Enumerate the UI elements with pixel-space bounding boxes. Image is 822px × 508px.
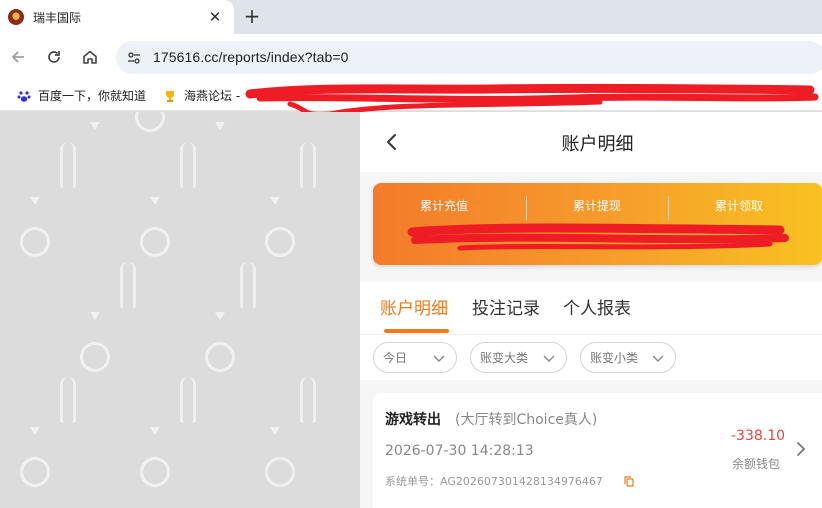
triangle-icon bbox=[270, 197, 280, 205]
background-pattern bbox=[0, 112, 360, 508]
football-icon bbox=[20, 457, 50, 487]
copy-icon[interactable] bbox=[624, 476, 634, 487]
active-tab-indicator bbox=[384, 329, 449, 333]
trophy-icon bbox=[180, 142, 196, 188]
bookmark-label: 百度一下，你就知道 bbox=[38, 89, 147, 103]
record-amount: -338.10 bbox=[731, 428, 786, 444]
filter-bar: 今日 账变大类 账变小类 bbox=[360, 334, 822, 380]
bookmark-label: 海燕论坛 - bbox=[184, 89, 241, 103]
browser-tab[interactable]: 瑞丰国际 ✕ bbox=[0, 0, 234, 34]
record-tabs: 账户明细 投注记录 个人报表 bbox=[360, 282, 822, 334]
chevron-down-icon bbox=[543, 355, 555, 362]
record-timestamp: 2026-07-30 14:28:13 bbox=[385, 443, 534, 459]
trophy-icon bbox=[60, 377, 76, 423]
baidu-paw-icon bbox=[16, 88, 32, 104]
triangle-icon bbox=[150, 197, 160, 205]
bookmark-baidu[interactable]: 百度一下，你就知道 bbox=[16, 87, 146, 104]
filter-category-select[interactable]: 账变大类 bbox=[470, 342, 567, 373]
record-type: 游戏转出 bbox=[385, 412, 441, 428]
filter-subcategory-select[interactable]: 账变小类 bbox=[580, 342, 676, 373]
trophy-icon bbox=[120, 262, 136, 308]
tab-personal-report[interactable]: 个人报表 bbox=[563, 294, 631, 319]
page-title: 账户明细 bbox=[561, 134, 634, 155]
summary-label: 累计领取 bbox=[714, 199, 763, 213]
home-icon[interactable] bbox=[78, 45, 102, 69]
filter-label: 今日 bbox=[383, 351, 408, 365]
summary-label: 累计充值 bbox=[419, 199, 468, 213]
close-tab-icon[interactable]: ✕ bbox=[204, 6, 226, 28]
redaction-scribble bbox=[407, 223, 789, 251]
tab-account-details[interactable]: 账户明细 bbox=[380, 294, 448, 319]
back-arrow-icon[interactable] bbox=[6, 45, 30, 69]
chevron-down-icon bbox=[652, 355, 664, 362]
trophy-icon bbox=[162, 88, 178, 104]
record-wallet: 余额钱包 bbox=[732, 457, 781, 471]
page-header: 账户明细 bbox=[360, 112, 822, 172]
browser-toolbar: 175616.cc/reports/index?tab=0 bbox=[0, 34, 822, 81]
trophy-icon bbox=[240, 262, 256, 308]
football-icon bbox=[140, 457, 170, 487]
new-tab-button[interactable]: + bbox=[240, 4, 264, 28]
filter-label: 账变小类 bbox=[590, 351, 639, 365]
tab-bet-records[interactable]: 投注记录 bbox=[472, 294, 540, 319]
address-bar[interactable]: 175616.cc/reports/index?tab=0 bbox=[116, 41, 822, 74]
triangle-icon bbox=[150, 427, 160, 435]
triangle-icon bbox=[90, 122, 100, 130]
record-description: (大厅转到Choice真人) bbox=[455, 412, 598, 428]
summary-label: 累计提现 bbox=[572, 199, 621, 213]
triangle-icon bbox=[215, 312, 225, 320]
football-icon bbox=[265, 227, 295, 257]
chevron-right-icon[interactable] bbox=[794, 440, 808, 458]
url-text: 175616.cc/reports/index?tab=0 bbox=[153, 49, 349, 65]
filter-label: 账变大类 bbox=[480, 351, 529, 365]
browser-tab-strip: 瑞丰国际 ✕ + bbox=[0, 0, 822, 34]
triangle-icon bbox=[30, 427, 40, 435]
bookmark-haiyan[interactable]: 海燕论坛 - bbox=[162, 87, 240, 104]
triangle-icon bbox=[215, 122, 225, 130]
record-order-number: 系统单号：AG20260730142813497646​7 bbox=[385, 475, 603, 488]
football-icon bbox=[20, 227, 50, 257]
triangle-icon bbox=[90, 312, 100, 320]
account-details-panel: 账户明细 累计充值 累计提现 累计领取 账户明细 投注记录 个人报表 今日 账变… bbox=[360, 112, 822, 508]
football-icon bbox=[265, 457, 295, 487]
trophy-icon bbox=[300, 377, 316, 423]
football-icon bbox=[140, 227, 170, 257]
football-icon bbox=[135, 112, 165, 132]
site-info-icon[interactable] bbox=[124, 48, 144, 68]
trophy-icon bbox=[180, 377, 196, 423]
football-icon bbox=[205, 342, 235, 372]
reload-icon[interactable] bbox=[42, 45, 66, 69]
football-icon bbox=[80, 342, 110, 372]
filter-date-select[interactable]: 今日 bbox=[373, 342, 457, 373]
trophy-icon bbox=[60, 142, 76, 188]
chevron-down-icon bbox=[433, 355, 445, 362]
transaction-record[interactable]: 游戏转出 (大厅转到Choice真人) 2026-07-30 14:28:13 … bbox=[373, 393, 822, 508]
tab-title: 瑞丰国际 bbox=[33, 10, 82, 25]
site-favicon-icon bbox=[8, 9, 24, 25]
triangle-icon bbox=[270, 427, 280, 435]
triangle-icon bbox=[30, 197, 40, 205]
trophy-icon bbox=[300, 142, 316, 188]
